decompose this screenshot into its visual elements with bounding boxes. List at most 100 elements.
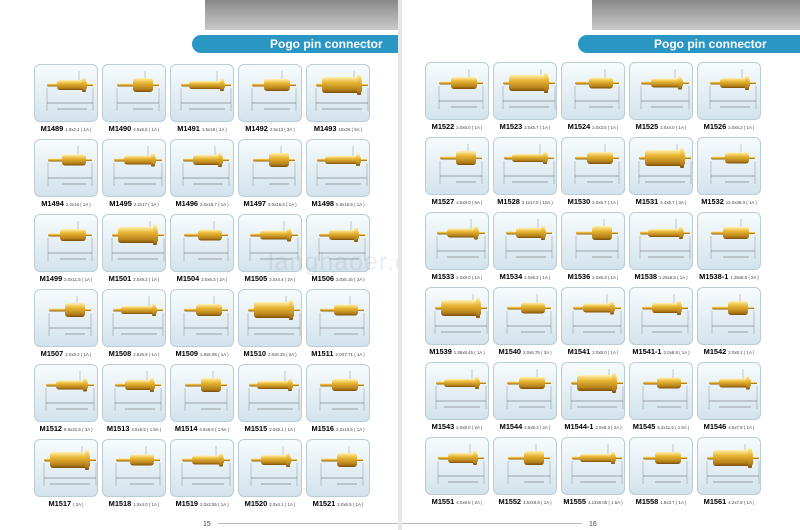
product-caption: M1491 1.5x18 ( 1A ) <box>166 124 238 133</box>
product-spec: 1.8x6.95 ( 1A ) <box>200 352 229 357</box>
product-item: M1527 4.5x8.0 ( 5A ) <box>425 137 489 212</box>
product-code: M1527 <box>431 197 455 206</box>
pogo-pin-drawing <box>697 212 761 270</box>
product-item: M1495 2.2x17 ( 1A ) <box>102 139 166 214</box>
product-spec: 2.0x5.7 ( 1A ) <box>524 125 551 130</box>
product-caption: M1498 5.8x16.5 ( 1A ) <box>302 199 374 208</box>
product-spec: 4.5x6.5 ( 1.5A ) <box>131 427 162 432</box>
pogo-pin-drawing <box>34 364 98 422</box>
product-item: M1520 2.0x4.1 ( 1A ) <box>238 439 302 514</box>
product-item: M1490 4.5x6.5 ( 1A ) <box>102 64 166 139</box>
product-caption: M1526 2.0x5.2 ( 1A ) <box>693 122 765 131</box>
product-code: M1507 <box>40 349 64 358</box>
product-spec: 2.0x9.2 ( 1A ) <box>133 277 160 282</box>
pogo-pin-drawing <box>561 437 625 495</box>
product-spec: 2.0x6.75 ( 3A ) <box>523 350 552 355</box>
product-caption: M1520 2.0x4.1 ( 1A ) <box>234 499 306 508</box>
product-spec: 4.5x6.5 ( 1A ) <box>133 127 160 132</box>
product-caption: M1539 1.58x8.45 ( 1A ) <box>421 347 493 356</box>
product-spec: 2.0x8.0 ( 1A ) <box>592 350 619 355</box>
product-code: M1551 <box>431 497 455 506</box>
product-code: M1555 <box>563 497 586 506</box>
product-item: M1546 4.5x7.8 ( 1A ) <box>697 362 761 437</box>
product-spec: 4.5x6.5 ( 1.5A ) <box>199 427 230 432</box>
product-caption: M1517 ( 2A ) <box>30 499 102 508</box>
product-item: M1523 2.0x5.7 ( 1A ) <box>493 62 557 137</box>
product-caption: M1493 10x26 ( 5A ) <box>302 124 374 133</box>
product-code: M1539 <box>429 347 452 356</box>
footer-rule <box>218 523 398 524</box>
product-code: M1508 <box>108 349 132 358</box>
product-item: M1494 2.2x16 ( 1A ) <box>34 139 98 214</box>
product-code: M1533 <box>431 272 455 281</box>
product-code: M1519 <box>175 499 199 508</box>
product-spec: 1.13x8.05 ( 1.5A ) <box>587 500 623 505</box>
pogo-pin-drawing <box>561 62 625 120</box>
product-code: M1504 <box>176 274 200 283</box>
product-spec: 4.4x8.7 ( 3A ) <box>660 200 687 205</box>
product-spec: 2.2x10.5 ( 1A ) <box>336 427 365 432</box>
product-spec: 1.25x6.5 ( 1A ) <box>659 275 688 280</box>
pogo-pin-drawing <box>493 62 557 120</box>
product-item: M1561 4.2x7.8 ( 1A ) <box>697 437 761 512</box>
product-code: M1510 <box>243 349 267 358</box>
product-item: M1515 2.0x9.1 ( 1A ) <box>238 364 302 439</box>
product-code: M1540 <box>498 347 522 356</box>
watermark: langhaoer.en.alibaba.com <box>268 248 398 276</box>
pogo-pin-drawing <box>425 362 489 420</box>
product-spec: 2.2x17 ( 1A ) <box>133 202 159 207</box>
product-spec: 5.2x11.5 ( 1.5A ) <box>657 425 690 430</box>
product-item: M1555 1.13x8.05 ( 1.5A ) <box>561 437 625 512</box>
product-item: M1508 2.5x6.5 ( 1A ) <box>102 289 166 364</box>
product-caption: M1561 4.2x7.8 ( 1A ) <box>693 497 765 506</box>
pogo-pin-drawing <box>34 439 98 497</box>
pogo-pin-drawing <box>697 287 761 345</box>
product-code: M1499 <box>39 274 63 283</box>
product-item: M1497 3.0x16.6 ( 1A ) <box>238 139 302 214</box>
product-spec: 2.0x5.2 ( 1A ) <box>728 125 755 130</box>
pogo-pin-drawing <box>306 139 370 197</box>
product-caption: M1555 1.13x8.05 ( 1.5A ) <box>557 497 629 506</box>
product-caption: M1521 2.0x6.5 ( 1A ) <box>302 499 374 508</box>
product-caption: M1499 2.0x11.5 ( 1A ) <box>30 274 102 283</box>
product-caption: M1543 2.0x8.0 ( 2A ) <box>421 422 493 431</box>
pogo-pin-drawing <box>170 289 234 347</box>
product-spec: 2.0x6.2 ( 1A ) <box>524 275 551 280</box>
product-item: M1536 2.0x6.3 ( 1A ) <box>561 212 625 287</box>
pogo-pin-drawing <box>561 137 625 195</box>
product-spec: 8.5x31.5 ( 3A ) <box>64 427 93 432</box>
product-caption: M1512 8.5x31.5 ( 3A ) <box>30 424 102 433</box>
product-caption: M1545 5.2x11.5 ( 1.5A ) <box>625 422 697 431</box>
product-item: M1513 4.5x6.5 ( 1.5A ) <box>102 364 166 439</box>
product-caption: M1542 2.0x8.1 ( 1A ) <box>693 347 765 356</box>
product-code: M1491 <box>177 124 200 133</box>
product-spec: 2.0x8.1 ( 1A ) <box>728 350 755 355</box>
product-spec: 2.0x8.2 ( 1A ) <box>65 352 92 357</box>
pogo-pin-drawing <box>102 439 166 497</box>
product-item: M1540 2.0x6.75 ( 3A ) <box>493 287 557 362</box>
product-caption: M1538 1.25x6.5 ( 1A ) <box>625 272 697 281</box>
product-code: M1530 <box>567 197 591 206</box>
product-code: M1505 <box>244 274 268 283</box>
product-code: M1525 <box>635 122 659 131</box>
pogo-pin-drawing <box>238 364 302 422</box>
product-item: M1552 3.52x9.8 ( 1A ) <box>493 437 557 512</box>
product-item: M1517 ( 2A ) <box>34 439 98 514</box>
product-item: M1493 10x26 ( 5A ) <box>306 64 370 139</box>
product-code: M1544 <box>499 422 523 431</box>
product-item: M1528 3.1x17.5 ( 10A ) <box>493 137 557 212</box>
product-caption: M1518 1.5x4.0 ( 1A ) <box>98 499 170 508</box>
pogo-pin-drawing <box>306 364 370 422</box>
product-item: M1551 4.0x9.5 ( 2A ) <box>425 437 489 512</box>
product-spec: 2.0x6.5 ( 1A ) <box>337 502 364 507</box>
header-gray-bar <box>205 0 398 30</box>
product-item: M1521 2.0x6.5 ( 1A ) <box>306 439 370 514</box>
product-item: M1499 2.0x11.5 ( 1A ) <box>34 214 98 289</box>
pogo-pin-drawing <box>425 437 489 495</box>
product-spec: ( 2A ) <box>73 502 84 507</box>
product-caption: M1490 4.5x6.5 ( 1A ) <box>98 124 170 133</box>
product-item: M1533 2.0x8.0 ( 1A ) <box>425 212 489 287</box>
catalog-page-right: Pogo pin connector M1522 2.0x6.0 ( 1A ) M… <box>402 0 800 530</box>
product-caption: M1528 3.1x17.5 ( 10A ) <box>489 197 561 206</box>
product-item: M1511 2.0X7.71 ( 1A ) <box>306 289 370 364</box>
